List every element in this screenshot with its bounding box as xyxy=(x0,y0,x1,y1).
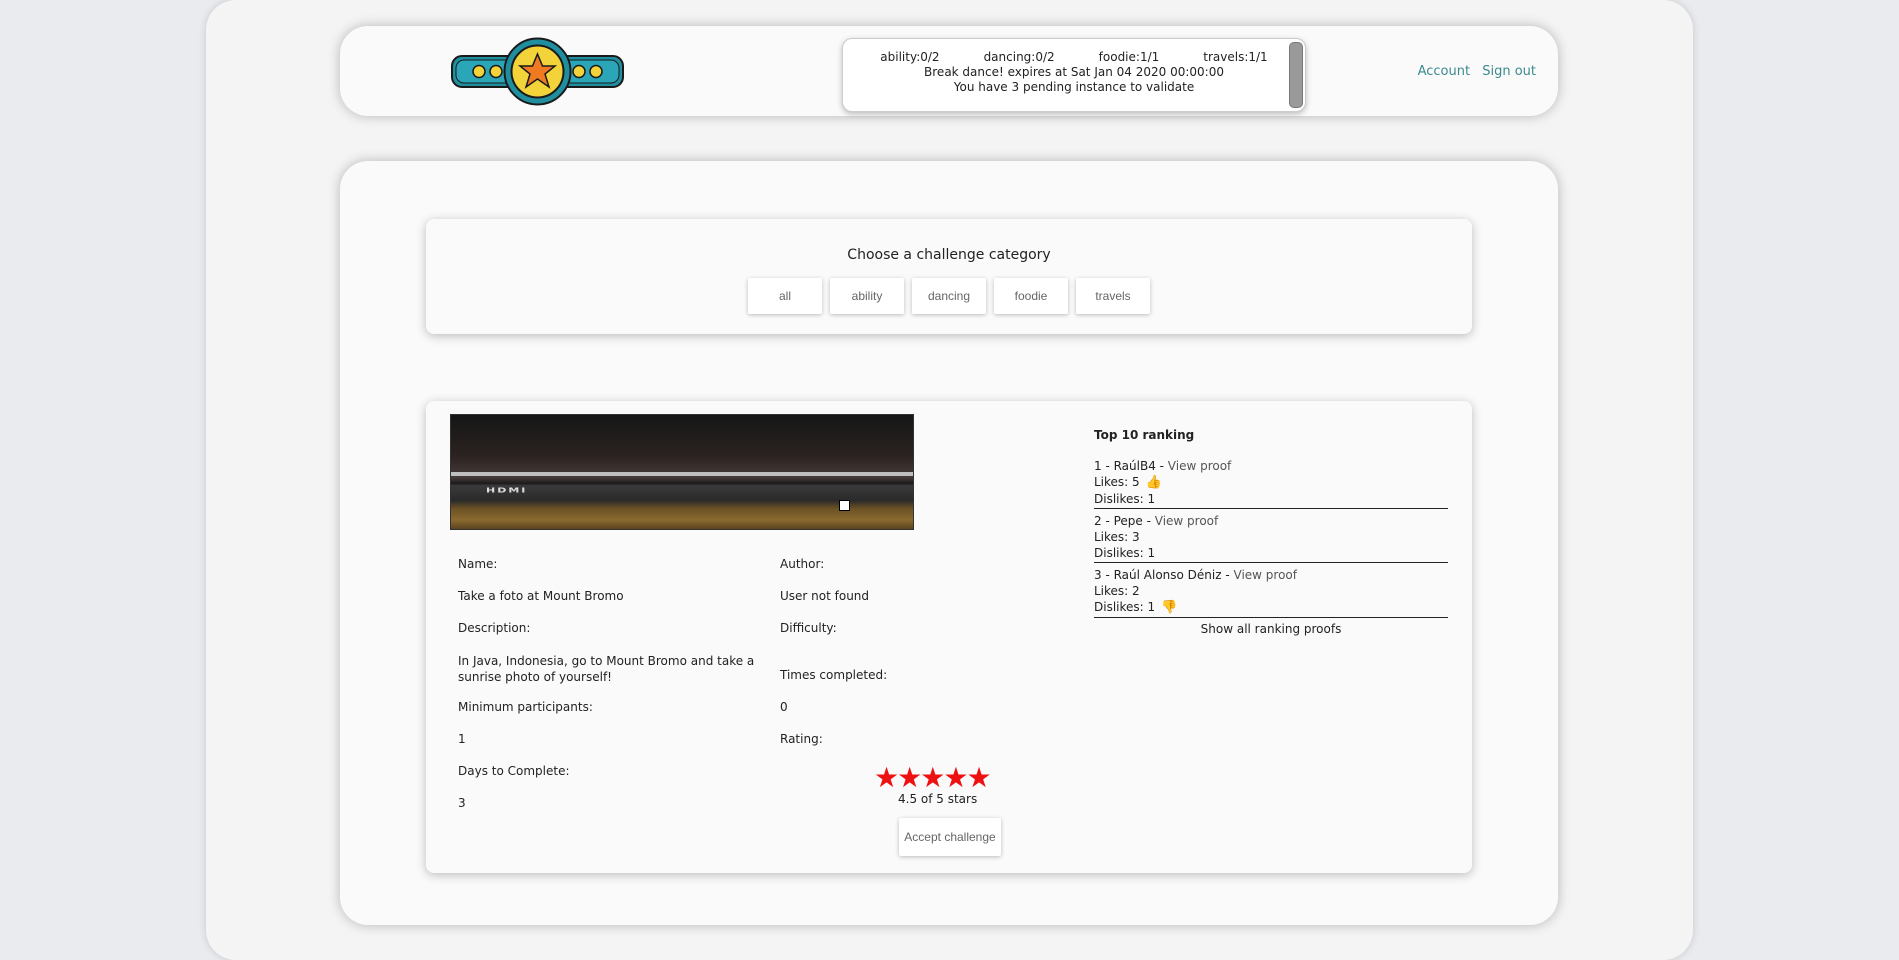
difficulty-label: Difficulty: xyxy=(780,621,837,635)
photo-hdmi-text: HDMI xyxy=(486,486,528,495)
times-completed-label: Times completed: xyxy=(780,668,888,682)
star-icon: ★ xyxy=(897,761,922,794)
expiry-notice: Break dance! expires at Sat Jan 04 2020 … xyxy=(924,65,1224,79)
dislikes-count: Dislikes: 1 xyxy=(1094,492,1156,506)
thumbs-down-icon[interactable]: 👎 xyxy=(1161,600,1177,616)
progress-ability: ability:0/2 xyxy=(880,50,940,64)
rating-stars: ★★★★★ xyxy=(874,761,992,794)
account-link[interactable]: Account xyxy=(1418,64,1471,79)
category-all-button[interactable]: all xyxy=(748,278,822,314)
user-nav: Account Sign out xyxy=(1410,64,1536,79)
view-proof-link[interactable]: View proof xyxy=(1155,514,1219,528)
star-icon: ★ xyxy=(966,761,991,794)
category-title: Choose a challenge category xyxy=(847,247,1051,263)
ranking-panel: Top 10 ranking 1 - RaúlB4 - View proof L… xyxy=(1094,428,1448,636)
view-proof-link[interactable]: View proof xyxy=(1168,459,1232,473)
view-proof-link[interactable]: View proof xyxy=(1234,568,1298,582)
category-progress: ability:0/2 dancing:0/2 foodie:1/1 trave… xyxy=(843,50,1305,64)
times-completed-value: 0 xyxy=(780,700,788,714)
dislikes-count: Dislikes: 1 xyxy=(1094,546,1156,560)
name-value: Take a foto at Mount Bromo xyxy=(458,589,624,603)
days-value: 3 xyxy=(458,796,466,810)
star-icon: ★ xyxy=(920,761,945,794)
challenge-photo: HDMI xyxy=(450,414,914,530)
ranking-entry: 1 - RaúlB4 - View proof Likes: 5 👍 Dislik… xyxy=(1094,458,1448,509)
rating-label: Rating: xyxy=(780,732,823,746)
ranking-title: Top 10 ranking xyxy=(1094,428,1195,442)
star-icon: ★ xyxy=(874,761,899,794)
rating-text: 4.5 of 5 stars xyxy=(898,792,978,806)
description-label: Description: xyxy=(458,621,531,635)
category-travels-button[interactable]: travels xyxy=(1076,278,1150,314)
category-dancing-button[interactable]: dancing xyxy=(912,278,986,314)
category-ability-button[interactable]: ability xyxy=(830,278,904,314)
championship-belt-logo-icon[interactable] xyxy=(450,34,625,109)
likes-count: Likes: 2 xyxy=(1094,584,1140,598)
progress-dancing: dancing:0/2 xyxy=(983,50,1055,64)
sign-out-link[interactable]: Sign out xyxy=(1482,64,1536,79)
likes-count: Likes: 5 xyxy=(1094,475,1140,489)
description-value: In Java, Indonesia, go to Mount Bromo an… xyxy=(458,654,755,684)
days-label: Days to Complete: xyxy=(458,764,570,778)
min-participants-label: Minimum participants: xyxy=(458,700,593,714)
category-foodie-button[interactable]: foodie xyxy=(994,278,1068,314)
progress-foodie: foodie:1/1 xyxy=(1098,50,1160,64)
top-header: ability:0/2 dancing:0/2 foodie:1/1 trave… xyxy=(340,26,1558,116)
ranking-entry: 3 - Raúl Alonso Déniz - View proof Likes… xyxy=(1094,567,1448,618)
notifications-panel: ability:0/2 dancing:0/2 foodie:1/1 trave… xyxy=(842,38,1306,112)
ranking-entry-name: 1 - RaúlB4 - xyxy=(1094,459,1168,473)
ranking-entry-name: 2 - Pepe - xyxy=(1094,514,1155,528)
accept-challenge-button[interactable]: Accept challenge xyxy=(899,818,1001,856)
dislikes-count: Dislikes: 1 xyxy=(1094,600,1156,614)
show-all-proofs-link[interactable]: Show all ranking proofs xyxy=(1094,622,1448,636)
star-icon: ★ xyxy=(943,761,968,794)
min-participants-value: 1 xyxy=(458,732,466,746)
progress-travels: travels:1/1 xyxy=(1203,50,1268,64)
notifications-scrollbar[interactable] xyxy=(1289,42,1303,108)
ranking-entry-name: 3 - Raúl Alonso Déniz - xyxy=(1094,568,1234,582)
author-value: User not found xyxy=(780,589,870,603)
challenge-card: HDMI Name: Take a foto at Mount Bromo De… xyxy=(426,401,1472,873)
ranking-entry: 2 - Pepe - View proof Likes: 3 Dislikes:… xyxy=(1094,513,1448,563)
thumbs-up-icon[interactable]: 👍 xyxy=(1146,475,1162,491)
category-selector: Choose a challenge category all ability … xyxy=(426,219,1472,334)
likes-count: Likes: 3 xyxy=(1094,530,1140,544)
main-content: Choose a challenge category all ability … xyxy=(340,161,1558,925)
author-label: Author: xyxy=(780,557,825,571)
pending-notice[interactable]: You have 3 pending instance to validate xyxy=(843,80,1305,94)
name-label: Name: xyxy=(458,557,498,571)
